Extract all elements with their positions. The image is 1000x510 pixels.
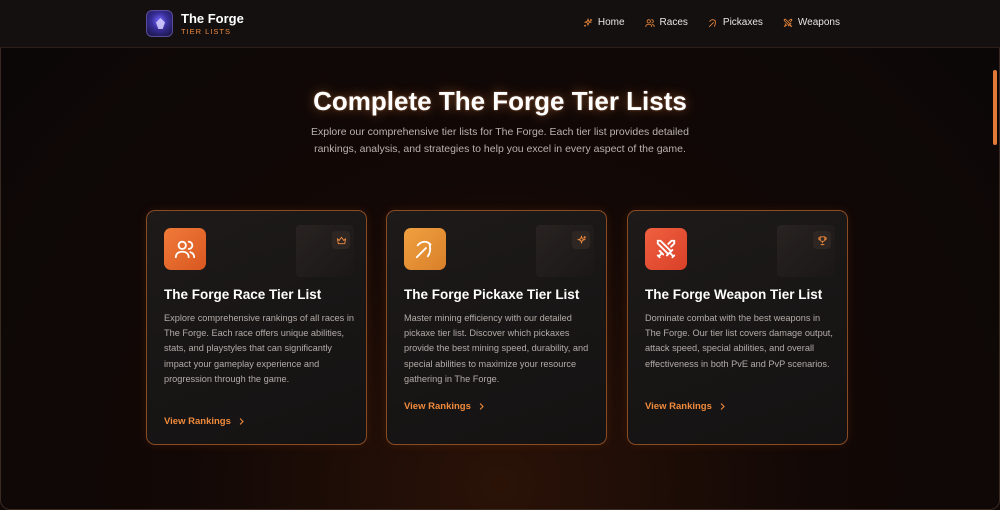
main-nav: Home Races Pickaxes Weapons <box>583 17 840 28</box>
forge-logo-icon <box>146 10 173 37</box>
chevron-right-icon <box>479 403 484 410</box>
users-icon <box>164 228 206 270</box>
page-scrollbar[interactable] <box>993 70 997 145</box>
view-rankings-label: View Rankings <box>404 401 471 412</box>
nav-label: Pickaxes <box>722 17 763 28</box>
site-header: The Forge TIER LISTS Home Races Pickaxes… <box>0 0 1000 48</box>
card-title: The Forge Weapon Tier List <box>645 287 823 302</box>
card-title: The Forge Pickaxe Tier List <box>404 287 580 302</box>
nav-item-weapons[interactable]: Weapons <box>783 17 840 28</box>
users-icon <box>644 18 655 27</box>
view-rankings-label: View Rankings <box>645 401 712 412</box>
nav-item-races[interactable]: Races <box>644 17 688 28</box>
chevron-right-icon <box>720 403 725 410</box>
view-rankings-link[interactable]: View Rankings <box>645 401 727 412</box>
trophy-icon <box>813 231 831 249</box>
view-rankings-link[interactable]: View Rankings <box>164 416 246 427</box>
swords-icon <box>783 18 793 27</box>
pickaxe-icon <box>404 228 446 270</box>
view-rankings-link[interactable]: View Rankings <box>404 401 486 412</box>
sparkle-icon <box>583 17 593 27</box>
brand[interactable]: The Forge TIER LISTS <box>146 10 244 37</box>
card-weapon-tier-list[interactable]: The Forge Weapon Tier List Dominate comb… <box>627 210 848 445</box>
sparkle-icon <box>572 231 590 249</box>
crown-icon <box>332 231 350 249</box>
page-title: Complete The Forge Tier Lists <box>313 86 687 116</box>
page-description: Explore our comprehensive tier lists for… <box>311 126 689 155</box>
card-description: Explore comprehensive rankings of all ra… <box>164 313 354 384</box>
nav-label: Races <box>659 17 688 28</box>
card-title: The Forge Race Tier List <box>164 287 322 302</box>
brand-subtitle: TIER LISTS <box>181 27 232 36</box>
nav-label: Weapons <box>797 17 840 28</box>
brand-title: The Forge <box>181 11 244 26</box>
swords-icon <box>645 228 687 270</box>
nav-item-home[interactable]: Home <box>583 17 625 28</box>
card-description: Dominate combat with the best weapons in… <box>645 313 833 369</box>
nav-item-pickaxes[interactable]: Pickaxes <box>708 17 763 28</box>
chevron-right-icon <box>239 418 244 425</box>
card-description: Master mining efficiency with our detail… <box>404 313 589 384</box>
nav-label: Home <box>597 17 625 28</box>
view-rankings-label: View Rankings <box>164 416 231 427</box>
card-pickaxe-tier-list[interactable]: The Forge Pickaxe Tier List Master minin… <box>386 210 607 445</box>
card-race-tier-list[interactable]: The Forge Race Tier List Explore compreh… <box>146 210 367 445</box>
pickaxe-icon <box>708 18 716 27</box>
